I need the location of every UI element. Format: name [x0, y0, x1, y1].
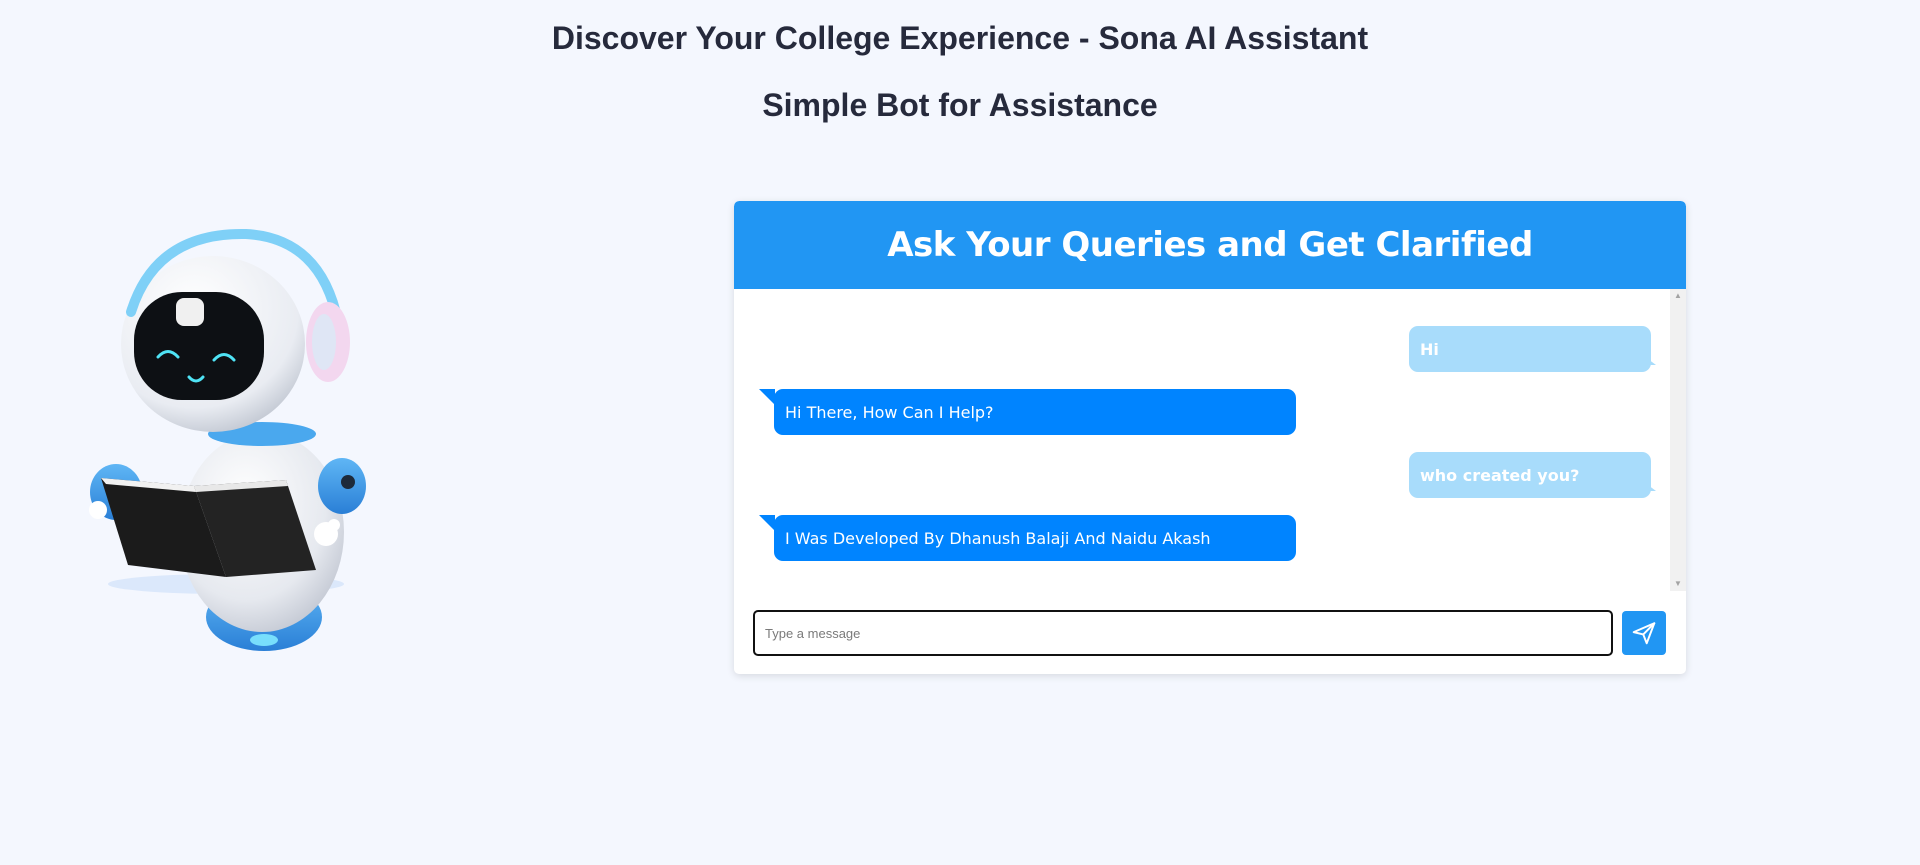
chat-header-title: Ask Your Queries and Get Clarified [887, 225, 1533, 265]
message-input[interactable] [753, 610, 1613, 656]
send-icon [1632, 622, 1656, 645]
page-subtitle: Simple Bot for Assistance [762, 87, 1158, 123]
chat-scrollbar[interactable]: ▲ ▼ [1670, 289, 1686, 591]
user-message: Hi [1409, 326, 1651, 372]
chat-input-row [753, 610, 1667, 656]
chat-body[interactable]: Hi Hi There, How Can I Help? who created… [734, 289, 1686, 591]
user-message: who created you? [1409, 452, 1651, 498]
robot-illustration [89, 228, 366, 651]
page-title: Discover Your College Experience - Sona … [551, 20, 1369, 56]
message-text: I Was Developed By Dhanush Balaji And Na… [785, 528, 1211, 548]
bot-message: Hi There, How Can I Help? [759, 389, 1296, 435]
page: Discover Your College Experience - Sona … [0, 0, 1920, 865]
bot-message: I Was Developed By Dhanush Balaji And Na… [759, 515, 1296, 561]
message-text: who created you? [1420, 465, 1580, 485]
scroll-up-icon[interactable]: ▲ [1670, 289, 1686, 303]
scroll-down-icon[interactable]: ▼ [1670, 577, 1686, 591]
send-button[interactable] [1622, 611, 1666, 655]
message-text: Hi There, How Can I Help? [785, 402, 994, 422]
message-text: Hi [1420, 339, 1439, 359]
chat-window: Ask Your Queries and Get Clarified Hi Hi… [734, 201, 1686, 674]
message-list: Hi Hi There, How Can I Help? who created… [734, 289, 1670, 591]
chat-header: Ask Your Queries and Get Clarified [734, 201, 1686, 289]
